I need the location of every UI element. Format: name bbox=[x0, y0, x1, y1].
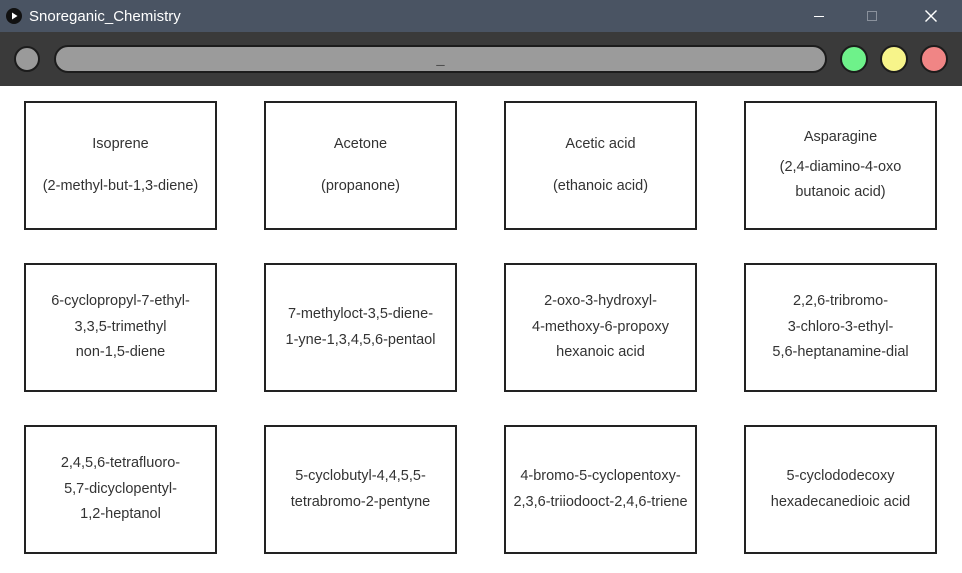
compound-name-line: 5,7-dicyclopentyl- bbox=[64, 480, 177, 497]
compound-card[interactable]: 2,4,5,6-tetrafluoro- 5,7-dicyclopentyl- … bbox=[24, 425, 217, 554]
red-button[interactable] bbox=[920, 45, 948, 73]
yellow-button[interactable] bbox=[880, 45, 908, 73]
compound-name-line: 4-methoxy-6-propoxy bbox=[532, 318, 669, 335]
compound-name-line: 1-yne-1,3,4,5,6-pentaol bbox=[285, 331, 436, 348]
common-name: Acetone bbox=[333, 135, 388, 152]
compound-grid: Isoprene (2-methyl-but-1,3-diene) Aceton… bbox=[0, 86, 962, 573]
compound-card[interactable]: 2-oxo-3-hydroxyl- 4-methoxy-6-propoxy he… bbox=[504, 263, 697, 392]
maximize-button[interactable] bbox=[849, 0, 895, 32]
compound-card[interactable]: Asparagine (2,4-diamino-4-oxo butanoic a… bbox=[744, 101, 937, 230]
systematic-name: (propanone) bbox=[321, 178, 400, 194]
common-name: Asparagine bbox=[803, 129, 878, 146]
title-bar: Snoreganic_Chemistry bbox=[0, 0, 962, 32]
compound-card[interactable]: Acetic acid (ethanoic acid) bbox=[504, 101, 697, 230]
command-input[interactable]: _ bbox=[54, 45, 827, 73]
menu-button[interactable] bbox=[14, 46, 40, 72]
close-icon bbox=[925, 10, 937, 22]
app-icon bbox=[6, 8, 22, 24]
systematic-name: (2,4-diamino-4-oxo bbox=[779, 158, 902, 175]
compound-name-line: 2,4,5,6-tetrafluoro- bbox=[60, 455, 181, 472]
compound-name-line: 2-oxo-3-hydroxyl- bbox=[544, 293, 657, 310]
compound-name-line: non-1,5-diene bbox=[75, 344, 166, 361]
compound-name-line: 6-cyclopropyl-7-ethyl- bbox=[51, 293, 190, 310]
compound-name-line: hexadecanedioic acid bbox=[770, 493, 911, 510]
toolbar: _ bbox=[0, 32, 962, 86]
minimize-button[interactable] bbox=[796, 0, 842, 32]
compound-card[interactable]: Acetone (propanone) bbox=[264, 101, 457, 230]
compound-name-line: 5-cyclododecoxy bbox=[786, 468, 895, 484]
compound-name-line: 7-methyloct-3,5-diene- bbox=[287, 306, 434, 322]
compound-name-line: 2,2,6-tribromo- bbox=[792, 293, 889, 310]
compound-name-line: 2,3,6-triiodooct-2,4,6-triene bbox=[513, 493, 688, 510]
compound-card[interactable]: 2,2,6-tribromo- 3-chloro-3-ethyl- 5,6-he… bbox=[744, 263, 937, 392]
compound-name-line: tetrabromo-2-pentyne bbox=[290, 493, 431, 510]
compound-card[interactable]: Isoprene (2-methyl-but-1,3-diene) bbox=[24, 101, 217, 230]
systematic-name: (ethanoic acid) bbox=[552, 178, 649, 194]
compound-card[interactable]: 6-cyclopropyl-7-ethyl- 3,3,5-trimethyl n… bbox=[24, 263, 217, 392]
compound-card[interactable]: 7-methyloct-3,5-diene- 1-yne-1,3,4,5,6-p… bbox=[264, 263, 457, 392]
systematic-name: butanoic acid) bbox=[795, 184, 886, 201]
window-title: Snoreganic_Chemistry bbox=[29, 8, 181, 25]
compound-name-line: 3,3,5-trimethyl bbox=[74, 318, 167, 335]
compound-card[interactable]: 5-cyclobutyl-4,4,5,5- tetrabromo-2-penty… bbox=[264, 425, 457, 554]
maximize-icon bbox=[867, 11, 877, 21]
compound-card[interactable]: 5-cyclododecoxy hexadecanedioic acid bbox=[744, 425, 937, 554]
systematic-name: (2-methyl-but-1,3-diene) bbox=[42, 178, 199, 194]
common-name: Isoprene bbox=[92, 135, 149, 152]
minimize-icon bbox=[814, 16, 824, 17]
compound-name-line: 5-cyclobutyl-4,4,5,5- bbox=[295, 468, 426, 484]
compound-name-line: hexanoic acid bbox=[556, 344, 645, 361]
close-button[interactable] bbox=[908, 0, 954, 32]
compound-name-line: 5,6-heptanamine-dial bbox=[772, 344, 909, 361]
compound-name-line: 1,2-heptanol bbox=[80, 506, 161, 523]
compound-name-line: 3-chloro-3-ethyl- bbox=[787, 318, 894, 335]
compound-name-line: 4-bromo-5-cyclopentoxy- bbox=[520, 468, 681, 484]
green-button[interactable] bbox=[840, 45, 868, 73]
compound-card[interactable]: 4-bromo-5-cyclopentoxy- 2,3,6-triiodooct… bbox=[504, 425, 697, 554]
common-name: Acetic acid bbox=[565, 135, 636, 152]
